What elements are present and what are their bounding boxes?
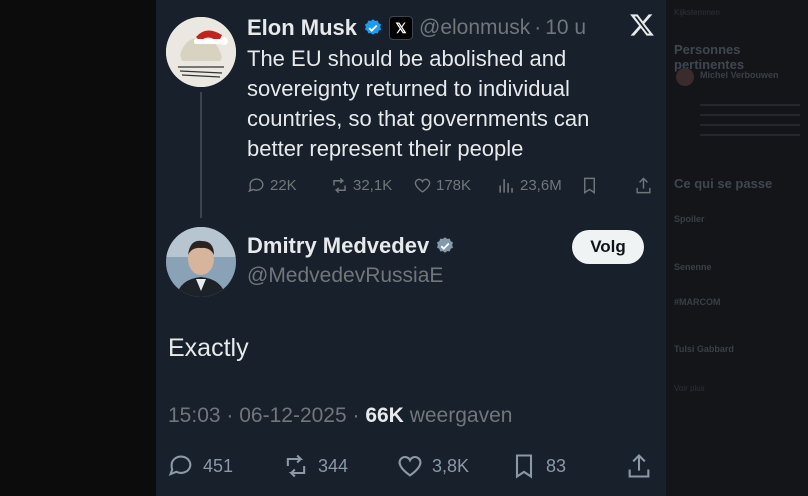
repost-count: 344 xyxy=(318,455,349,476)
relevant-avatar xyxy=(676,68,694,86)
like-button[interactable]: 3,8K xyxy=(396,452,469,480)
repost-button[interactable]: 344 xyxy=(282,452,348,480)
author-handle[interactable]: @MedvedevRussiaE xyxy=(247,264,443,288)
tweet-header: Elon Musk 𝕏 @elonmusk · 10 u xyxy=(247,14,586,42)
reply-views-label: weergaven xyxy=(409,404,513,427)
trend-item[interactable]: Senenne xyxy=(674,262,712,272)
bookmark-count: 83 xyxy=(546,455,567,476)
bookmark-icon xyxy=(584,177,595,194)
show-more-link[interactable]: Voir plus xyxy=(674,384,705,393)
relevant-person-name: Michel Verbouwen xyxy=(700,70,779,80)
affiliate-x-icon: 𝕏 xyxy=(389,16,414,40)
x-logo-icon[interactable] xyxy=(628,12,656,40)
share-icon xyxy=(628,454,650,478)
bookmark-icon xyxy=(515,454,533,479)
repost-icon xyxy=(333,177,346,194)
sidebar-top-label: Kijkstemmen xyxy=(674,8,720,17)
views-button[interactable]: 23,6M xyxy=(497,176,562,195)
like-count: 3,8K xyxy=(432,455,470,476)
views-icon xyxy=(499,179,513,193)
avatar[interactable] xyxy=(166,227,236,297)
share-button[interactable] xyxy=(634,176,657,195)
tweet-text: The EU should be abolished and sovereign… xyxy=(247,46,590,161)
reply-icon xyxy=(248,178,264,193)
thread-connector xyxy=(200,92,202,218)
repost-button[interactable]: 32,1K xyxy=(330,176,392,195)
author-name[interactable]: Dmitry Medvedev xyxy=(247,233,429,259)
follow-button[interactable]: Volg xyxy=(572,230,644,264)
trend-item[interactable]: #MARCOM xyxy=(674,297,721,307)
like-count: 178K xyxy=(436,177,472,194)
trend-item[interactable]: Spoiler xyxy=(674,214,705,224)
reply-button[interactable]: 451 xyxy=(167,452,233,480)
reply-views-count: 66K xyxy=(365,404,404,427)
like-button[interactable]: 178K xyxy=(413,176,471,195)
reply-date[interactable]: 06-12-2025 xyxy=(239,404,346,427)
reply-time[interactable]: 15:03 xyxy=(168,404,221,427)
reply-text: Exactly xyxy=(168,334,249,362)
relevant-people-title: Personnes pertinentes xyxy=(674,42,745,72)
sidebar-backdrop: Kijkstemmen Personnes pertinentes Michel… xyxy=(666,0,808,496)
tweet-time[interactable]: 10 u xyxy=(545,16,586,40)
heart-icon xyxy=(398,455,422,477)
reply-count: 22K xyxy=(270,177,297,194)
trend-item[interactable]: Tulsi Gabbard xyxy=(674,344,734,354)
avatar[interactable] xyxy=(166,17,236,87)
verified-badge-icon xyxy=(365,19,382,35)
reply-count: 451 xyxy=(203,455,234,476)
reply-icon xyxy=(168,455,192,477)
relevant-bio xyxy=(700,96,800,142)
reply-header: Dmitry Medvedev xyxy=(247,233,455,259)
share-button[interactable] xyxy=(625,452,661,480)
repost-icon xyxy=(286,454,306,478)
reply-button[interactable]: 22K xyxy=(247,176,297,195)
author-handle[interactable]: @elonmusk xyxy=(419,16,530,40)
views-count: 23,6M xyxy=(520,177,562,194)
heart-icon xyxy=(414,178,431,193)
share-icon xyxy=(636,177,651,194)
trends-title: Ce qui se passe xyxy=(674,176,773,191)
repost-count: 32,1K xyxy=(353,177,393,194)
reply-meta: 15:03 · 06-12-2025 · 66K weergaven xyxy=(168,404,513,427)
separator: · xyxy=(534,16,542,39)
author-name[interactable]: Elon Musk xyxy=(247,15,357,41)
verified-badge-icon xyxy=(437,237,454,253)
bookmark-button[interactable] xyxy=(580,176,603,195)
bookmark-button[interactable]: 83 xyxy=(510,452,566,480)
page-backdrop-left xyxy=(0,0,156,496)
